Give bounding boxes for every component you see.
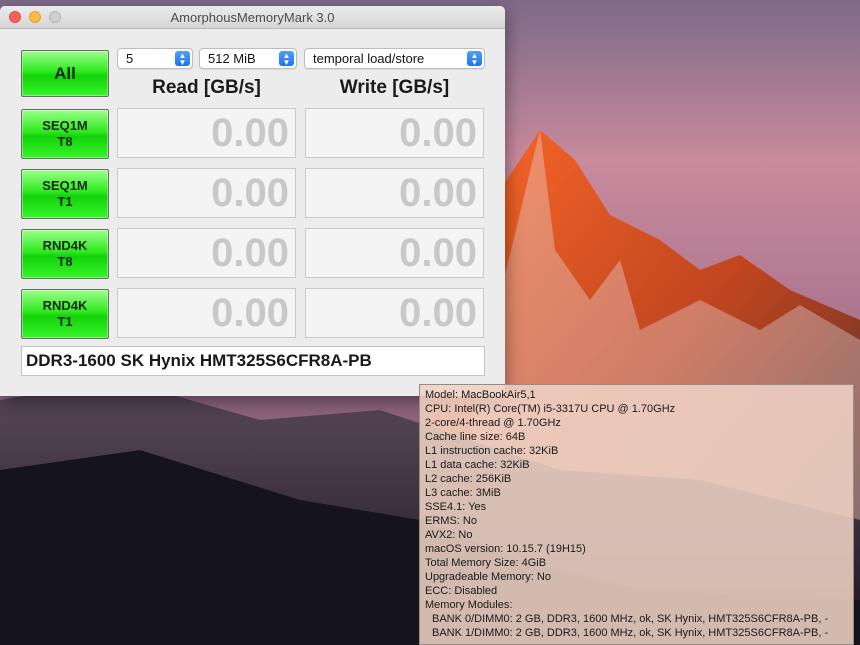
read-column-header: Read [GB/s] <box>152 77 261 98</box>
info-line: CPU: Intel(R) Core(TM) i5-3317U CPU @ 1.… <box>425 403 676 415</box>
info-line: AVX2: No <box>425 529 473 541</box>
info-line: ERMS: No <box>425 515 477 527</box>
memory-module-line: BANK 1/DIMM0: 2 GB, DDR3, 1600 MHz, ok, … <box>432 627 829 639</box>
info-line: SSE4.1: Yes <box>425 501 487 513</box>
test-button-line2: T8 <box>57 134 73 149</box>
info-line: L3 cache: 3MiB <box>425 487 501 499</box>
info-line: Model: MacBookAir5,1 <box>425 389 536 401</box>
title-bar[interactable]: AmorphousMemoryMark 3.0 <box>0 6 505 29</box>
info-line: Cache line size: 64B <box>425 431 526 443</box>
test-button-line1: SEQ1M <box>42 178 88 193</box>
test-mode-select[interactable]: temporal load/store ▲ ▼ <box>304 48 485 69</box>
test-mode-value: temporal load/store <box>313 51 425 66</box>
test-button-line2: T8 <box>57 254 73 269</box>
info-line: Upgradeable Memory: No <box>425 571 551 583</box>
info-line: Memory Modules: <box>425 599 513 611</box>
read-result: 0.00 <box>117 108 296 158</box>
test-button-seq1m-t8[interactable]: SEQ1M T8 <box>21 109 109 159</box>
memory-module-line: BANK 0/DIMM0: 2 GB, DDR3, 1600 MHz, ok, … <box>432 613 829 625</box>
test-button-line2: T1 <box>57 314 73 329</box>
test-size-value: 512 MiB <box>208 51 256 66</box>
test-size-select[interactable]: 512 MiB ▲ ▼ <box>199 48 297 69</box>
test-button-line1: RND4K <box>42 298 88 313</box>
write-result: 0.00 <box>305 288 484 338</box>
chevron-updown-icon: ▲ ▼ <box>279 51 294 66</box>
test-button-line1: RND4K <box>42 238 88 253</box>
test-button-line2: T1 <box>57 194 73 209</box>
test-button-line1: SEQ1M <box>42 118 88 133</box>
window-title: AmorphousMemoryMark 3.0 <box>170 10 335 25</box>
write-column-header: Write [GB/s] <box>339 77 450 98</box>
info-line: L1 data cache: 32KiB <box>425 459 530 471</box>
info-line: macOS version: 10.15.7 (19H15) <box>425 543 586 555</box>
test-button-rnd4k-t1[interactable]: RND4K T1 <box>21 289 109 339</box>
test-count-value: 5 <box>126 51 134 66</box>
run-all-label: All <box>54 63 76 83</box>
run-all-button[interactable]: All <box>21 50 109 97</box>
test-count-select[interactable]: 5 ▲ ▼ <box>117 48 193 69</box>
test-button-seq1m-t1[interactable]: SEQ1M T1 <box>21 169 109 219</box>
write-result: 0.00 <box>305 168 484 218</box>
chevron-updown-icon: ▲ ▼ <box>467 51 482 66</box>
info-line: L2 cache: 256KiB <box>425 473 512 485</box>
info-line: Total Memory Size: 4GiB <box>425 557 547 569</box>
system-info-tooltip: Model: MacBookAir5,1 CPU: Intel(R) Core(… <box>419 384 854 645</box>
read-result: 0.00 <box>117 228 296 278</box>
read-result: 0.00 <box>117 288 296 338</box>
read-result: 0.00 <box>117 168 296 218</box>
write-result: 0.00 <box>305 228 484 278</box>
info-line: 2-core/4-thread @ 1.70GHz <box>425 417 561 429</box>
chevron-updown-icon: ▲ ▼ <box>175 51 190 66</box>
write-result: 0.00 <box>305 108 484 158</box>
test-button-rnd4k-t8[interactable]: RND4K T8 <box>21 229 109 279</box>
info-line: L1 instruction cache: 32KiB <box>425 445 559 457</box>
memory-info-field[interactable]: DDR3-1600 SK Hynix HMT325S6CFR8A-PB <box>21 346 485 376</box>
info-line: ECC: Disabled <box>425 585 498 597</box>
app-window: AmorphousMemoryMark 3.0 All 5 ▲ ▼ 512 MiB… <box>0 6 505 396</box>
